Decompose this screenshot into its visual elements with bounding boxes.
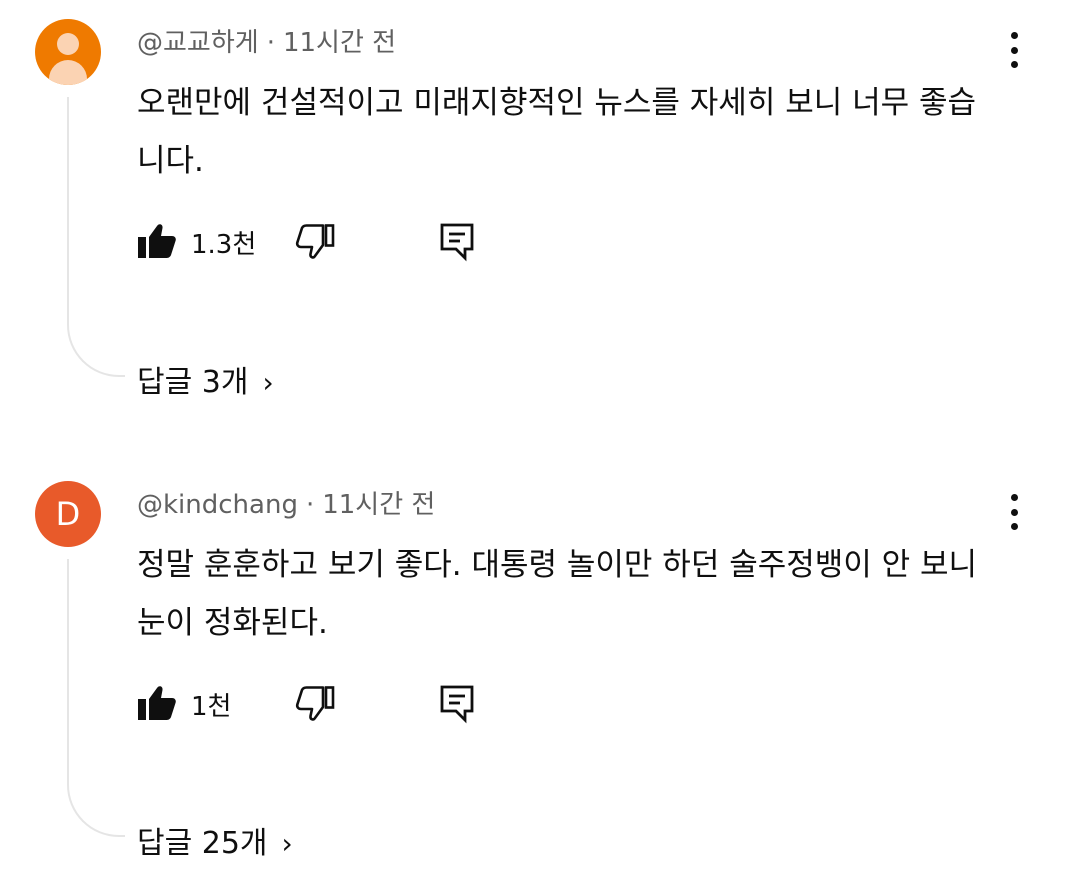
more-dot — [1010, 494, 1018, 501]
avatar[interactable] — [35, 19, 101, 85]
view-replies-button[interactable]: 답글 3개 › — [137, 357, 274, 401]
comment-reply-icon[interactable] — [439, 222, 475, 262]
comment-item: D @kindchang · 11시간 전 정말 훈훈하고 보기 좋다. 대통령 놀… — [0, 462, 1080, 887]
more-dot — [1010, 46, 1018, 54]
chevron-right-icon: › — [281, 827, 293, 860]
thread-connector — [67, 559, 125, 837]
comment-meta: @교교하게 · 11시간 전 — [137, 22, 396, 59]
more-dot — [1010, 32, 1018, 39]
replies-label: 답글 25개 — [137, 826, 268, 861]
meta-separator: · — [266, 28, 275, 58]
avatar-head-shape — [57, 33, 79, 55]
comment-time[interactable]: 11시간 전 — [283, 28, 396, 58]
thumb-up-filled-icon[interactable] — [137, 684, 177, 722]
comment-text: 오랜만에 건설적이고 미래지향적인 뉴스를 자세히 보니 너무 좋습니다. — [137, 85, 977, 179]
more-dot — [1010, 61, 1018, 68]
replies-label: 답글 3개 — [137, 365, 249, 400]
more-dot — [1010, 523, 1018, 530]
view-replies-button[interactable]: 답글 25개 › — [137, 818, 293, 862]
avatar-letter: D — [55, 495, 81, 533]
thread-connector — [67, 97, 125, 377]
like-count: 1천 — [191, 692, 232, 722]
comment-item: @교교하게 · 11시간 전 오랜만에 건설적이고 미래지향적인 뉴스를 자세히 보… — [0, 0, 1080, 430]
comment-reply-icon[interactable] — [439, 684, 475, 724]
like-count: 1.3천 — [191, 230, 257, 260]
comment-author[interactable]: @교교하게 — [137, 28, 259, 58]
thumb-down-outline-icon[interactable] — [295, 223, 335, 261]
comment-time[interactable]: 11시간 전 — [322, 490, 435, 520]
more-vertical-icon[interactable] — [1000, 492, 1028, 532]
comment-meta: @kindchang · 11시간 전 — [137, 484, 435, 521]
comment-text: 정말 훈훈하고 보기 좋다. 대통령 놀이만 하던 술주정뱅이 안 보니 눈이 … — [137, 547, 978, 641]
thumb-up-filled-icon[interactable] — [137, 222, 177, 260]
comment-author[interactable]: @kindchang — [137, 490, 298, 520]
more-vertical-icon[interactable] — [1000, 30, 1028, 70]
meta-separator: · — [305, 490, 315, 520]
chevron-right-icon: › — [262, 366, 274, 399]
avatar-body-shape — [49, 60, 87, 85]
more-dot — [1010, 508, 1018, 516]
thumb-down-outline-icon[interactable] — [295, 685, 335, 723]
avatar[interactable]: D — [35, 481, 101, 547]
